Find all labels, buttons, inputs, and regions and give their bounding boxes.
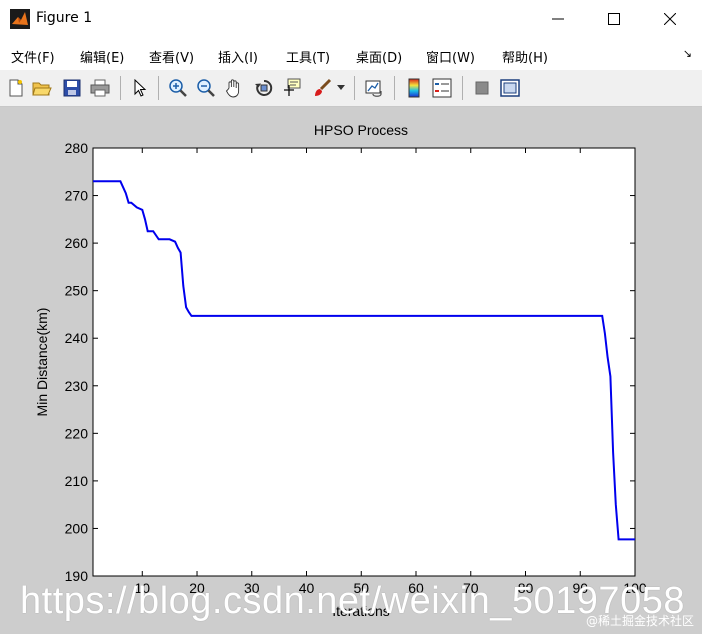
plot-area [92,147,636,577]
open-file-icon [32,82,52,96]
watermark-corner: @稀土掘金技术社区 [585,614,694,628]
pan-hand-icon [225,79,240,98]
colorbar-button[interactable] [402,76,426,100]
y-tick-label: 210 [65,473,89,489]
menu-edit[interactable]: 编辑(E) [80,47,124,66]
new-figure-icon [9,79,23,97]
matlab-logo-icon [10,9,30,29]
y-tick-label: 250 [65,283,89,299]
close-button[interactable] [642,0,698,38]
print-button[interactable] [88,76,112,100]
window-title: Figure 1 [36,10,93,26]
toolbar-separator [394,76,395,100]
link-plot-icon [365,80,382,97]
line-chart[interactable]: HPSO Process Iterations Min Distance(km)… [0,107,702,634]
data-cursor-button[interactable] [280,76,304,100]
menu-window[interactable]: 窗口(W) [426,47,475,66]
y-tick-label: 200 [65,520,89,536]
legend-icon [432,78,452,98]
menu-help[interactable]: 帮助(H) [502,47,548,66]
rotate-3d-button[interactable] [252,76,276,100]
figure-toolbar [0,70,702,107]
figure-canvas-area: HPSO Process Iterations Min Distance(km)… [0,107,702,634]
window-titlebar: Figure 1 [0,0,702,38]
y-tick-label: 240 [65,330,89,346]
toolbar-separator [354,76,355,100]
minimize-button[interactable] [530,0,586,38]
y-tick-label: 270 [65,188,89,204]
hide-plot-tools-button[interactable] [470,76,494,100]
legend-button[interactable] [430,76,454,100]
maximize-icon [608,13,620,25]
menu-bar: 文件(F) 编辑(E) 查看(V) 插入(I) 工具(T) 桌面(D) 窗口(W… [0,38,702,70]
y-tick-label: 230 [65,378,89,394]
toolbar-separator [158,76,159,100]
save-button[interactable] [60,76,84,100]
brush-button[interactable] [310,76,334,100]
y-tick-label: 260 [65,235,89,251]
show-plot-tools-icon [500,79,520,97]
save-icon [63,79,81,97]
toolbar-separator [120,76,121,100]
y-tick-label: 220 [65,425,89,441]
pan-button[interactable] [222,76,246,100]
zoom-in-icon [169,79,187,97]
select-arrow-button[interactable] [128,76,152,100]
brush-icon [315,78,332,96]
open-file-button[interactable] [30,76,54,100]
menu-dock-icon[interactable]: ↘ [683,47,692,60]
y-axis-label: Min Distance(km) [34,308,50,417]
minimize-icon [552,18,564,20]
hide-plot-tools-icon [475,81,489,95]
colorbar-icon [408,78,420,98]
menu-view[interactable]: 查看(V) [149,47,194,66]
zoom-out-icon [197,79,215,97]
brush-dropdown-button[interactable] [334,76,348,100]
rotate-3d-icon [255,79,273,96]
toolbar-separator [462,76,463,100]
menu-desktop[interactable]: 桌面(D) [356,47,402,66]
new-figure-button[interactable] [4,76,28,100]
menu-insert[interactable]: 插入(I) [218,47,258,66]
zoom-out-button[interactable] [194,76,218,100]
zoom-in-button[interactable] [166,76,190,100]
show-plot-tools-button[interactable] [498,76,522,100]
brush-dropdown-icon [337,85,345,90]
menu-tools[interactable]: 工具(T) [286,47,330,66]
close-icon [664,13,676,25]
data-cursor-icon [284,78,301,96]
maximize-button[interactable] [586,0,642,38]
link-plot-button[interactable] [362,76,386,100]
select-arrow-icon [134,79,147,97]
print-icon [90,79,110,97]
chart-title: HPSO Process [314,122,408,138]
menu-file[interactable]: 文件(F) [11,47,55,66]
y-tick-label: 280 [65,140,89,156]
